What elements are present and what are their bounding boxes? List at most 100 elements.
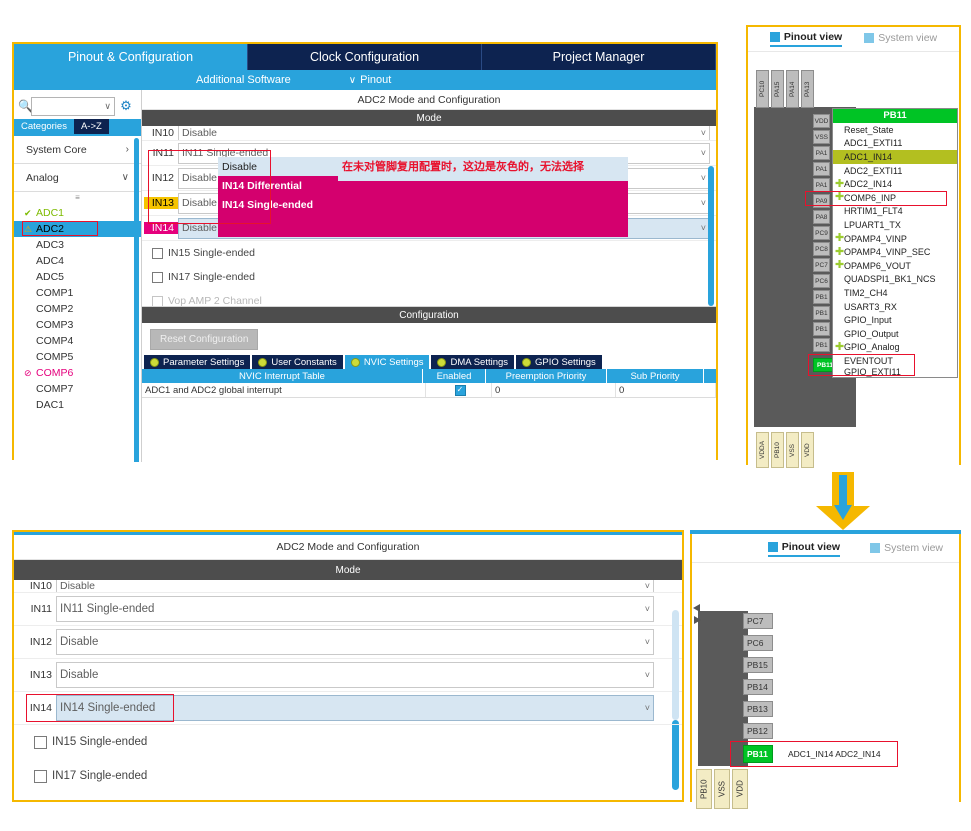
checkbox-row-vopamp2[interactable]: Vop AMP 2 Channel [142,289,716,306]
pin-pb13-bottom[interactable]: PB13 [743,701,773,717]
tab-dma-settings[interactable]: DMA Settings [431,355,515,369]
pin-pc6-bottom[interactable]: PC6 [743,635,773,651]
search-input[interactable]: ∨ [31,96,115,116]
pin-pa15[interactable]: PA15 [771,70,784,108]
pin-pc6[interactable]: PC6 [813,274,830,288]
tab-project-manager[interactable]: Project Manager [482,44,716,70]
tab-clock-configuration[interactable]: Clock Configuration [248,44,482,70]
pin-vdd[interactable]: VDD [813,114,830,128]
tab-pinout-view-bottom[interactable]: Pinout view [767,541,841,557]
pin-pa8[interactable]: PA8 [813,210,830,224]
menu-item-gpio-analog[interactable]: ✚ GPIO_Analog [833,341,957,355]
menu-item-usart3-rx[interactable]: USART3_RX [833,300,957,314]
pin-pb12[interactable]: PB1 [813,338,830,352]
sidebar-item-adc3[interactable]: ADC3 [14,237,141,253]
channel-row-in12-bottom[interactable]: IN12 Disable ˅ [14,626,682,659]
menu-item-adc1-in14[interactable]: ADC1_IN14 [833,150,957,164]
gear-icon[interactable]: ⚙ [115,98,137,114]
pin-pb13[interactable]: PB1 [813,322,830,336]
cell-preemption-priority[interactable]: 0 [492,383,616,397]
checkbox-row-in17-bottom[interactable]: IN17 Single-ended [14,759,682,793]
menu-item-gpio-output[interactable]: GPIO_Output [833,327,957,341]
tab-parameter-settings[interactable]: Parameter Settings [144,355,251,369]
channel-row-in14-bottom[interactable]: IN14 IN14 Single-ended ˅ [14,692,682,725]
collapse-arrows[interactable] [692,603,701,624]
tab-user-constants[interactable]: User Constants [252,355,343,369]
channel-select[interactable]: Disable ˅ [178,126,710,140]
sidebar-item-comp4[interactable]: COMP4 [14,333,141,349]
channel-select[interactable]: Disable ˅ [56,629,654,655]
menu-item-adc2-exti11[interactable]: ADC2_EXTI11 [833,164,957,178]
tab-system-view-bottom[interactable]: System view [870,542,943,556]
checkbox-row-in17[interactable]: IN17 Single-ended [142,265,716,289]
sidebar-item-comp1[interactable]: COMP1 [14,285,141,301]
pinout-menu-button[interactable]: Pinout [360,74,391,86]
menu-item-opamp4-vinp-sec[interactable]: ✚ OPAMP4_VINP_SEC [833,245,957,259]
pin-vdd-bottom[interactable]: VDD [801,432,814,468]
sidebar-item-dac1[interactable]: DAC1 [14,397,141,413]
menu-item-adc1-exti11[interactable]: ADC1_EXTI11 [833,137,957,151]
sidebar-item-comp3[interactable]: COMP3 [14,317,141,333]
tree-group-analog[interactable]: Analog ∨ [14,164,141,192]
menu-item-adc2-in14[interactable]: ✚ ADC2_IN14 [833,177,957,191]
menu-item-opamp4-vinp[interactable]: ✚ OPAMP4_VINP [833,232,957,246]
sidebar-item-adc1[interactable]: ✔ ADC1 [14,205,141,221]
pin-pb15[interactable]: PB1 [813,290,830,304]
reset-configuration-button[interactable]: Reset Configuration [150,328,259,350]
pin-pb10-bottom[interactable]: PB10 [696,769,712,809]
table-row[interactable]: ADC1 and ADC2 global interrupt ✓ 0 0 [142,383,716,398]
tab-nvic-settings[interactable]: NVIC Settings [344,355,430,369]
additional-software-button[interactable]: Additional Software [196,74,291,86]
tab-gpio-settings[interactable]: GPIO Settings [516,355,602,369]
pin-pc10[interactable]: PC10 [756,70,769,108]
mode-scrollbar-thumb-bottom[interactable] [672,720,679,790]
sidebar-item-adc5[interactable]: ADC5 [14,269,141,285]
channel-row-in10[interactable]: IN10 Disable ˅ [142,126,716,141]
sidebar-item-comp7[interactable]: COMP7 [14,381,141,397]
tab-categories[interactable]: Categories [14,119,74,134]
pin-pc7[interactable]: PC7 [813,258,830,272]
pin-pb14[interactable]: PB1 [813,306,830,320]
menu-item-hrtim1-flt4[interactable]: HRTIM1_FLT4 [833,205,957,219]
pin-pc8[interactable]: PC8 [813,242,830,256]
pin-vdd-bottom2[interactable]: VDD [732,769,748,809]
checkbox-row-in15-bottom[interactable]: IN15 Single-ended [14,725,682,759]
pin-pb12-bottom[interactable]: PB12 [743,723,773,739]
sidebar-item-comp5[interactable]: COMP5 [14,349,141,365]
sidebar-item-comp2[interactable]: COMP2 [14,301,141,317]
checkbox-checked-icon[interactable]: ✓ [454,384,466,396]
checkbox[interactable] [34,769,47,783]
checkbox[interactable] [152,271,163,283]
pin-pa1-a[interactable]: PA1 [813,146,830,160]
tab-system-view[interactable]: System view [864,32,937,46]
scroll-up-spinner[interactable]: ≡ [14,192,141,205]
tab-a-to-z[interactable]: A->Z [73,119,109,134]
menu-item-lpuart1-tx[interactable]: LPUART1_TX [833,218,957,232]
sidebar-item-adc4[interactable]: ADC4 [14,253,141,269]
checkbox[interactable] [152,295,163,306]
pin-vss-bottom[interactable]: VSS [786,432,799,468]
pin-pc7-bottom[interactable]: PC7 [743,613,773,629]
checkbox[interactable] [34,735,47,749]
pin-vss[interactable]: VSS [813,130,830,144]
pin-pa1-c[interactable]: PA1 [813,178,830,192]
menu-item-reset-state[interactable]: Reset_State [833,123,957,137]
pin-pb14-bottom[interactable]: PB14 [743,679,773,695]
checkbox-row-in15[interactable]: IN15 Single-ended [142,241,716,265]
menu-item-tim2-ch4[interactable]: TIM2_CH4 [833,286,957,300]
menu-item-quadspi1-bk1-ncs[interactable]: QUADSPI1_BK1_NCS [833,273,957,287]
pin-pa1-b[interactable]: PA1 [813,162,830,176]
channel-row-in13-bottom[interactable]: IN13 Disable ˅ [14,659,682,692]
channel-select[interactable]: Disable ˅ [56,580,654,592]
sidebar-item-comp6[interactable]: ⊘ COMP6 [14,365,141,381]
pin-pa13[interactable]: PA13 [801,70,814,108]
channel-row-in11-bottom[interactable]: IN11 IN11 Single-ended ˅ [14,593,682,626]
tab-pinout-configuration[interactable]: Pinout & Configuration [14,44,248,70]
pin-vss-bottom2[interactable]: VSS [714,769,730,809]
pin-vdda[interactable]: VDDA [756,432,769,468]
pin-pb15-bottom[interactable]: PB15 [743,657,773,673]
sidebar-item-adc2[interactable]: ⚠ ADC2 [14,221,141,237]
menu-item-gpio-input[interactable]: GPIO_Input [833,313,957,327]
pin-pc9[interactable]: PC9 [813,226,830,240]
tree-group-system-core[interactable]: System Core › [14,136,141,164]
